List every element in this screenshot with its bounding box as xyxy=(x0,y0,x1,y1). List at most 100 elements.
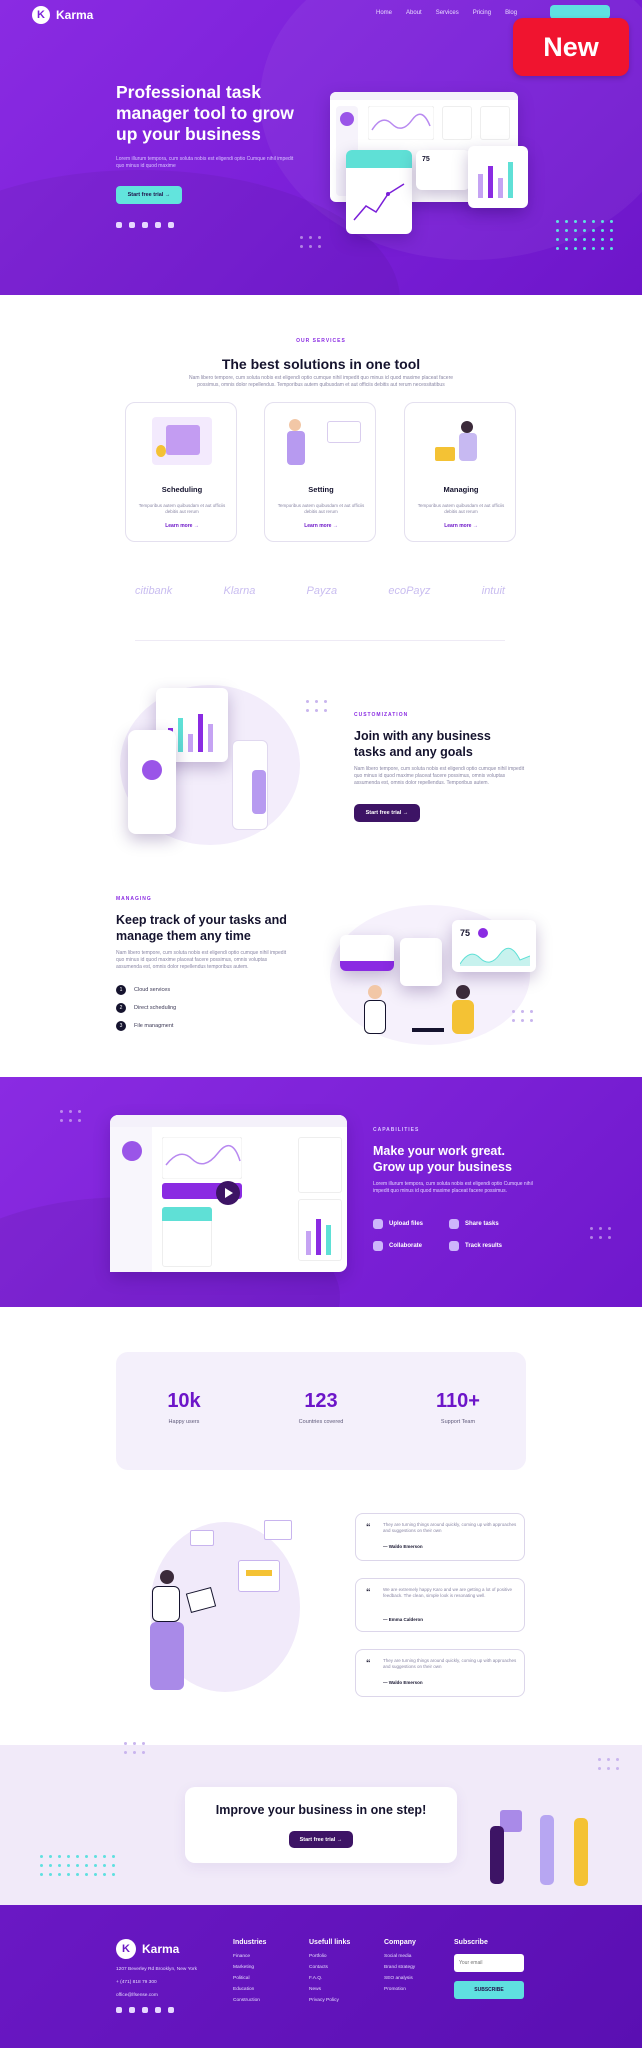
chat-bubble-icon xyxy=(264,1520,292,1540)
nav-item-pricing[interactable]: Pricing xyxy=(473,10,491,16)
footer-subscribe: Subscribe SUBSCRIBE xyxy=(454,1939,524,1999)
feature-track-results: Track results xyxy=(449,1241,502,1251)
chat-bubble-icon xyxy=(190,1530,214,1546)
social-links xyxy=(116,222,174,228)
new-badge: New xyxy=(513,18,629,76)
list-item: 3 File managment xyxy=(116,1021,173,1031)
feature-share-tasks: Share tasks xyxy=(449,1219,499,1229)
phone-mock xyxy=(128,730,176,834)
instagram-icon[interactable] xyxy=(142,2007,148,2013)
capabilities-dashboard-mock xyxy=(110,1115,347,1272)
hero-subtitle: Lorem illurum tempora, cum soluta nobis … xyxy=(116,156,294,169)
email-field[interactable] xyxy=(454,1954,524,1972)
twitter-icon[interactable] xyxy=(116,222,122,228)
person-illustration xyxy=(490,1826,504,1884)
cta-button[interactable]: Start free trial → xyxy=(289,1831,353,1848)
customization-cta-button[interactable]: Start free trial → xyxy=(354,804,420,822)
share-icon xyxy=(373,1219,383,1229)
footer-address: 1207 Beverley Rd Brooklyn, New York xyxy=(116,1967,198,1972)
hero-cta-button[interactable]: Start free trial → xyxy=(116,186,182,204)
nav-item-services[interactable]: Services xyxy=(436,10,459,16)
hero-mini-card xyxy=(346,150,412,234)
learn-more-link[interactable]: Learn more → xyxy=(405,523,517,529)
linkedin-icon[interactable] xyxy=(129,222,135,228)
feature-upload-files: Upload files xyxy=(373,1219,423,1229)
brand-logo-icon: K xyxy=(32,6,50,24)
list-item: 1 Cloud services xyxy=(116,985,170,995)
quote-icon: “ xyxy=(366,1658,371,1668)
stat-support-team: 110+ Support Team xyxy=(436,1390,480,1425)
customization-body: Nam libero tempore, cum soluta nobis est… xyxy=(354,766,525,786)
person-illustration xyxy=(574,1818,588,1886)
person-illustration xyxy=(368,985,382,999)
service-card-scheduling[interactable]: Scheduling Temporibus autem quibusdam et… xyxy=(125,402,237,542)
stat-happy-users: 10k Happy users xyxy=(167,1390,201,1425)
facebook-icon[interactable] xyxy=(168,2007,174,2013)
customization-title: Join with any business tasks and any goa… xyxy=(354,729,491,759)
quote-icon: “ xyxy=(366,1522,371,1532)
client-logos: citibank Klarna Payza ecoPayz intuit xyxy=(135,585,505,597)
footer: K Karma 1207 Beverley Rd Brooklyn, New Y… xyxy=(0,1905,642,2048)
service-card-setting[interactable]: Setting Temporibus autem quibusdam et au… xyxy=(264,402,376,542)
subscribe-button[interactable]: SUBSCRIBE xyxy=(454,1981,524,1999)
avatar xyxy=(122,1141,142,1161)
logo-citibank: citibank xyxy=(135,585,173,597)
hero-stat-card: 75 xyxy=(416,150,470,190)
services-eyebrow: OUR SERVICES xyxy=(296,338,346,344)
footer-col-links: Usefull links Portfolio Contacts F.A.Q. … xyxy=(309,1939,351,2003)
managing-body: Nam libero tempore, cum soluta nobis est… xyxy=(116,950,287,970)
presentation-board-illustration xyxy=(327,421,361,443)
task-card-mock xyxy=(340,935,394,971)
quote-icon: “ xyxy=(366,1587,371,1597)
hero-title: Professional task manager tool to grow u… xyxy=(116,82,294,144)
card-icon xyxy=(449,1219,459,1229)
landing-page: K Karma Home About Services Pricing Blog… xyxy=(0,0,642,2048)
learn-more-link[interactable]: Learn more → xyxy=(126,523,238,529)
checklist-mock xyxy=(400,938,442,986)
footer-col-company: Company Social media Brand strategy SEO … xyxy=(384,1939,416,1992)
facebook-icon[interactable] xyxy=(168,222,174,228)
instagram-icon[interactable] xyxy=(142,222,148,228)
stat-countries: 123 Countries covered xyxy=(298,1390,344,1425)
twitter-icon[interactable] xyxy=(116,2007,122,2013)
services-subtitle: Nam libero tempore, cum soluta nobis est… xyxy=(188,375,454,388)
analytics-card-mock: 75 xyxy=(452,920,536,972)
footer-social-links xyxy=(116,2007,174,2013)
chat-bubble-icon xyxy=(238,1560,280,1592)
cta-title: Improve your business in one step! xyxy=(215,1803,427,1817)
testimonial-card: “ They are turning things around quickly… xyxy=(355,1513,525,1561)
footer-col-industries: Industries Finance Marketing Political E… xyxy=(233,1939,267,2003)
footer-brand[interactable]: K Karma xyxy=(116,1939,179,1959)
nav-item-blog[interactable]: Blog xyxy=(505,10,517,16)
managing-eyebrow: MANAGING xyxy=(116,896,152,902)
capabilities-title: Make your work great. Grow up your busin… xyxy=(373,1144,512,1174)
brand-logo[interactable]: K Karma xyxy=(32,6,93,24)
nav-item-about[interactable]: About xyxy=(406,10,422,16)
youtube-icon[interactable] xyxy=(155,222,161,228)
learn-more-link[interactable]: Learn more → xyxy=(265,523,377,529)
laptop-illustration xyxy=(435,447,455,461)
services-title: The best solutions in one tool xyxy=(221,356,421,372)
check-icon xyxy=(449,1241,459,1251)
capabilities-body: Lorem illurum tempora, cum soluta nobis … xyxy=(373,1181,533,1194)
youtube-icon[interactable] xyxy=(155,2007,161,2013)
capabilities-eyebrow: CAPABILITIES xyxy=(373,1127,420,1133)
hero-section: K Karma Home About Services Pricing Blog… xyxy=(0,0,642,295)
testimonial-card: “ We are extremely happy Karo and we are… xyxy=(355,1578,525,1632)
service-card-managing[interactable]: Managing Temporibus autem quibusdam et a… xyxy=(404,402,516,542)
testimonial-card: “ They are turning things around quickly… xyxy=(355,1649,525,1697)
brand-logo-icon: K xyxy=(116,1939,136,1959)
table-illustration xyxy=(412,1028,444,1032)
linkedin-icon[interactable] xyxy=(129,2007,135,2013)
logo-payza: Payza xyxy=(306,585,338,597)
stats-panel: 10k Happy users 123 Countries covered 110+… xyxy=(116,1352,526,1470)
nav-item-home[interactable]: Home xyxy=(376,10,392,16)
divider xyxy=(135,640,505,641)
hand-icon xyxy=(156,445,166,457)
logo-klarna: Klarna xyxy=(223,585,256,597)
managing-title: Keep track of your tasks and manage them… xyxy=(116,913,287,943)
logo-intuit: intuit xyxy=(481,585,505,597)
footer-email[interactable]: office@lfsense.com xyxy=(116,1993,158,1998)
cta-card: Improve your business in one step! Start… xyxy=(185,1787,457,1863)
nav-cta-button[interactable] xyxy=(550,5,610,19)
